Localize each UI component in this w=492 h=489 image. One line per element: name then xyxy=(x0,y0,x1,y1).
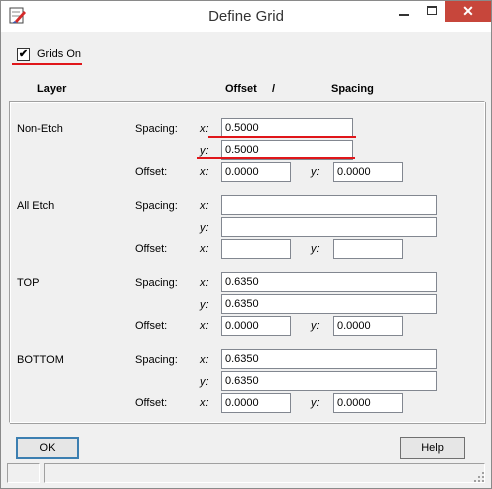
all-etch-offset-y-field[interactable] xyxy=(333,239,403,259)
status-pane-1 xyxy=(7,463,40,483)
offset-label: Offset: xyxy=(135,243,168,255)
ok-button[interactable]: OK xyxy=(16,437,79,459)
window-title: Define Grid xyxy=(208,8,284,25)
title-bar[interactable]: Define Grid ✕ xyxy=(1,1,491,32)
resize-grip-icon[interactable] xyxy=(473,471,485,483)
grids-on-checkbox[interactable]: ✔ xyxy=(17,48,30,61)
y-label: y: xyxy=(311,397,320,409)
status-bar xyxy=(7,463,487,485)
close-icon: ✕ xyxy=(462,3,474,19)
minimize-button[interactable] xyxy=(390,1,417,22)
header-layer: Layer xyxy=(37,83,67,95)
non-etch-spacing-x-field[interactable]: 0.5000 xyxy=(221,118,353,138)
annotation-underline-spacing-x xyxy=(208,136,356,138)
grids-on-label[interactable]: Grids On xyxy=(37,48,81,60)
header-spacing: Spacing xyxy=(331,83,374,95)
help-button[interactable]: Help xyxy=(400,437,465,459)
offset-label: Offset: xyxy=(135,320,168,332)
top-offset-y-field[interactable]: 0.0000 xyxy=(333,316,403,336)
x-label: x: xyxy=(200,397,209,409)
y-label: y: xyxy=(311,166,320,178)
header-offset: Offset xyxy=(225,83,257,95)
y-label: y: xyxy=(200,299,209,311)
non-etch-offset-x-field[interactable]: 0.0000 xyxy=(221,162,291,182)
bottom-spacing-y-field[interactable]: 0.6350 xyxy=(221,371,437,391)
maximize-button[interactable] xyxy=(419,1,446,22)
annotation-underline-spacing-y xyxy=(197,157,355,159)
x-label: x: xyxy=(200,277,209,289)
top-spacing-x-field[interactable]: 0.6350 xyxy=(221,272,437,292)
x-label: x: xyxy=(200,166,209,178)
x-label: x: xyxy=(200,320,209,332)
x-label: x: xyxy=(200,200,209,212)
spacing-label: Spacing: xyxy=(135,354,178,366)
top-spacing-y-field[interactable]: 0.6350 xyxy=(221,294,437,314)
bottom-spacing-x-field[interactable]: 0.6350 xyxy=(221,349,437,369)
y-label: y: xyxy=(200,376,209,388)
all-etch-offset-x-field[interactable] xyxy=(221,239,291,259)
offset-label: Offset: xyxy=(135,397,168,409)
top-offset-x-field[interactable]: 0.0000 xyxy=(221,316,291,336)
x-label: x: xyxy=(200,123,209,135)
layer-name-top: TOP xyxy=(17,277,40,289)
x-label: x: xyxy=(200,243,209,255)
annotation-underline-grids-on xyxy=(12,63,82,65)
spacing-label: Spacing: xyxy=(135,200,178,212)
y-label: y: xyxy=(311,320,320,332)
layer-name-non-etch: Non-Etch xyxy=(17,123,63,135)
spacing-label: Spacing: xyxy=(135,277,178,289)
close-button[interactable]: ✕ xyxy=(445,1,491,22)
spacing-label: Spacing: xyxy=(135,123,178,135)
define-grid-dialog: Define Grid ✕ ✔ Grids On Layer Offset / … xyxy=(0,0,492,489)
bottom-offset-y-field[interactable]: 0.0000 xyxy=(333,393,403,413)
x-label: x: xyxy=(200,354,209,366)
header-slash: / xyxy=(272,83,276,95)
non-etch-offset-y-field[interactable]: 0.0000 xyxy=(333,162,403,182)
bottom-offset-x-field[interactable]: 0.0000 xyxy=(221,393,291,413)
minimize-icon xyxy=(399,14,409,16)
layer-name-bottom: BOTTOM xyxy=(17,354,64,366)
all-etch-spacing-x-field[interactable] xyxy=(221,195,437,215)
status-pane-2 xyxy=(44,463,485,483)
layer-name-all-etch: All Etch xyxy=(17,200,55,212)
all-etch-spacing-y-field[interactable] xyxy=(221,217,437,237)
maximize-icon xyxy=(427,6,437,15)
y-label: y: xyxy=(200,145,209,157)
y-label: y: xyxy=(200,222,209,234)
y-label: y: xyxy=(311,243,320,255)
offset-label: Offset: xyxy=(135,166,168,178)
